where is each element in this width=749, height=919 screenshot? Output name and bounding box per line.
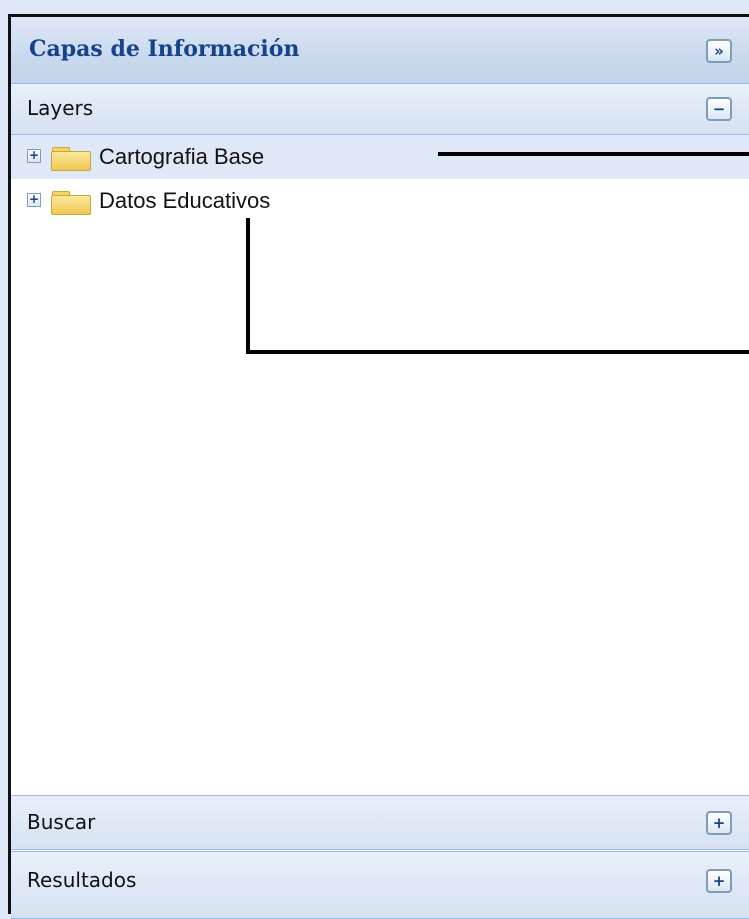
layers-panel: Capas de Información » Layers − + Cartog… [8, 14, 749, 919]
buscar-section-header[interactable]: Buscar + [11, 795, 749, 850]
tree-node-label: Cartografia Base [99, 144, 265, 169]
annotation-line-datos-horizontal [246, 350, 749, 354]
tree-node-datos-educativos[interactable]: + Datos Educativos [11, 179, 749, 223]
resultados-section-label: Resultados [27, 868, 137, 892]
tree-node-label: Datos Educativos [99, 188, 271, 213]
buscar-section-label: Buscar [27, 810, 96, 834]
annotation-line-datos-vertical [246, 218, 250, 354]
layers-tree: + Cartografia Base + Datos Educativos [11, 135, 749, 223]
layers-collapse-button[interactable]: − [706, 97, 732, 121]
tree-node-cartografia-base[interactable]: + Cartografia Base [11, 135, 749, 179]
plus-icon: + [712, 871, 726, 890]
minus-icon: − [712, 99, 726, 118]
resultados-section-header[interactable]: Resultados + [11, 851, 749, 919]
layers-section-label: Layers [27, 96, 94, 120]
resultados-expand-button[interactable]: + [706, 869, 732, 893]
buscar-expand-button[interactable]: + [706, 811, 732, 835]
collapse-panel-button[interactable]: » [706, 39, 732, 63]
panel-title-bar: Capas de Información » [11, 17, 749, 84]
expand-plus-icon[interactable]: + [27, 193, 41, 207]
folder-icon [51, 147, 91, 171]
layers-section-header[interactable]: Layers − [11, 83, 749, 135]
annotation-line-cartografia [438, 152, 749, 156]
double-chevron-right-icon: » [714, 41, 724, 60]
folder-icon [51, 191, 91, 215]
plus-icon: + [712, 813, 726, 832]
panel-title: Capas de Información [29, 36, 300, 62]
expand-plus-icon[interactable]: + [27, 149, 41, 163]
